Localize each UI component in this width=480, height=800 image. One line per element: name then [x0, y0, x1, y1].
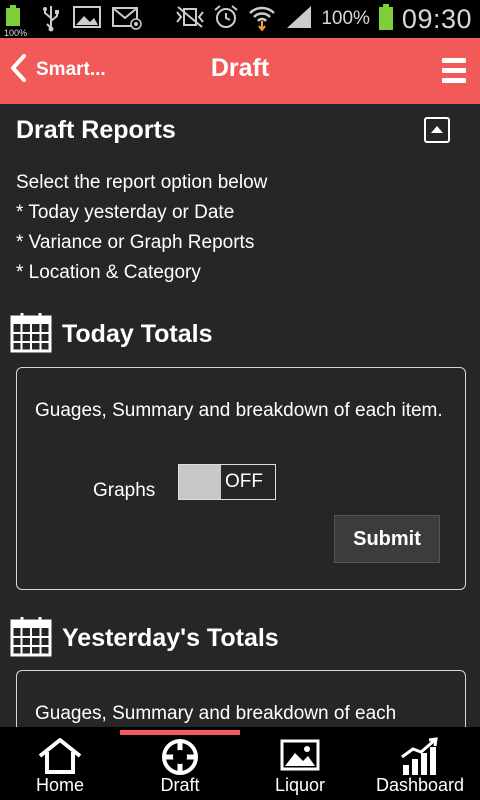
nav-dashboard[interactable]: Dashboard: [360, 727, 480, 800]
nav-liquor[interactable]: Liquor: [240, 727, 360, 800]
hamburger-icon: [442, 58, 466, 63]
nav-draft-label: Draft: [160, 775, 200, 795]
toggle-knob: [179, 465, 221, 499]
yesterday-totals-title: Yesterday's Totals: [62, 623, 279, 652]
today-description: Guages, Summary and breakdown of each it…: [35, 400, 443, 421]
calendar-icon: [10, 615, 52, 662]
calendar-icon: [10, 311, 52, 358]
collapse-button[interactable]: [424, 117, 450, 143]
usb-icon: [40, 4, 62, 37]
menu-button[interactable]: [442, 58, 466, 84]
yesterday-totals-card: Guages, Summary and breakdown of each: [16, 670, 466, 727]
intro-text: Select the report option below * Today y…: [16, 168, 267, 288]
vibrate-mute-icon: [175, 4, 205, 35]
email-icon: [112, 4, 142, 35]
intro-line: * Today yesterday or Date: [16, 202, 235, 223]
today-totals-heading: Today Totals: [10, 312, 212, 356]
battery-icon: [378, 3, 394, 36]
nav-draft[interactable]: Draft: [120, 727, 240, 800]
today-totals-card: Guages, Summary and breakdown of each it…: [16, 367, 466, 590]
status-bar: 100% 100% 09:30: [0, 0, 480, 38]
yesterday-totals-heading: Yesterday's Totals: [10, 616, 279, 660]
intro-line: * Variance or Graph Reports: [16, 232, 255, 253]
main-content[interactable]: Draft Reports Select the report option b…: [0, 104, 480, 727]
battery-small-label: 100%: [4, 28, 28, 38]
alarm-icon: [213, 4, 239, 35]
image-icon: [280, 739, 320, 771]
nav-liquor-label: Liquor: [274, 775, 326, 795]
graphs-toggle[interactable]: OFF: [178, 464, 276, 500]
today-totals-title: Today Totals: [62, 319, 213, 348]
app-bar: Smart... Draft: [0, 38, 480, 104]
page-title: Draft: [210, 54, 270, 82]
gallery-icon: [72, 4, 102, 35]
bottom-nav: Home Draft Liquor Dashboard: [0, 727, 480, 800]
battery-charging-icon: 100%: [4, 4, 30, 38]
intro-line: Select the report option below: [16, 172, 268, 193]
intro-line: * Location & Category: [16, 262, 201, 283]
collapse-up-icon: [431, 126, 443, 133]
nav-dashboard-label: Dashboard: [375, 775, 465, 795]
toggle-state: OFF: [225, 471, 263, 492]
nav-home[interactable]: Home: [0, 727, 120, 800]
target-icon: [162, 739, 198, 775]
nav-home-label: Home: [35, 775, 84, 795]
clock: 09:30: [401, 3, 472, 34]
section-title: Draft Reports: [16, 116, 176, 144]
submit-button[interactable]: Submit: [334, 515, 440, 563]
chart-icon: [401, 737, 438, 775]
wifi-icon: [247, 3, 277, 36]
yesterday-description: Guages, Summary and breakdown of each: [35, 703, 397, 724]
graphs-label: Graphs: [93, 480, 156, 501]
battery-percent: 100%: [321, 8, 370, 29]
signal-icon: [285, 4, 313, 35]
home-icon: [38, 738, 82, 774]
